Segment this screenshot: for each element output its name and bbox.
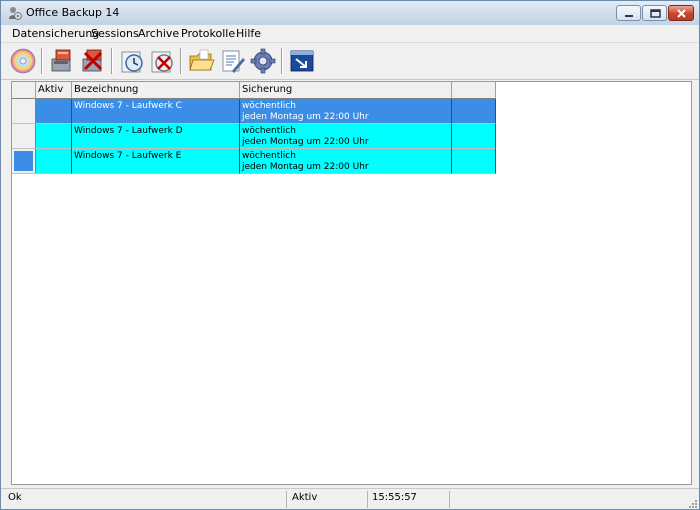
status-message: Ok — [8, 492, 22, 503]
status-panel-time: 15:55:57 — [369, 491, 449, 507]
menu-protokolle[interactable]: Protokolle — [181, 27, 235, 40]
maximize-button[interactable] — [642, 5, 667, 21]
settings-button[interactable] — [248, 46, 278, 76]
backup-drive-button[interactable] — [47, 46, 77, 76]
column-header-bezeichnung-label: Bezeichnung — [74, 84, 139, 95]
person-disc-icon — [9, 7, 22, 20]
cell-extra[interactable] — [452, 99, 496, 124]
toolbar-separator — [41, 48, 43, 74]
cell-bezeichnung[interactable]: Windows 7 - Laufwerk D — [72, 124, 240, 149]
cell-sicherung[interactable]: wöchentlich jeden Montag um 22:00 Uhr — [240, 124, 452, 149]
column-header-sicherung[interactable]: Sicherung — [240, 82, 452, 99]
delete-drive-icon — [82, 49, 103, 72]
minimize-button[interactable] — [616, 5, 641, 21]
open-folder-button[interactable] — [186, 46, 216, 76]
bezeichnung-text: Windows 7 - Laufwerk C — [74, 101, 182, 111]
close-icon — [677, 9, 686, 18]
cell-bezeichnung[interactable]: Windows 7 - Laufwerk E — [72, 149, 240, 174]
delete-drive-button[interactable] — [78, 46, 108, 76]
schedule-button[interactable] — [117, 46, 147, 76]
toolbar-separator — [281, 48, 283, 74]
cell-aktiv[interactable] — [36, 149, 72, 174]
window-title: Office Backup 14 — [26, 6, 120, 19]
row-indicator[interactable] — [12, 99, 36, 124]
cancel-schedule-button[interactable] — [147, 46, 177, 76]
open-folder-icon — [189, 49, 215, 71]
close-button[interactable] — [668, 5, 694, 21]
table-row[interactable]: Windows 7 - Laufwerk E wöchentlich jeden M… — [12, 149, 496, 174]
column-header-aktiv-label: Aktiv — [38, 84, 64, 95]
cell-aktiv[interactable] — [36, 124, 72, 149]
sicherung-interval: wöchentlich — [242, 151, 296, 161]
bezeichnung-text: Windows 7 - Laufwerk E — [74, 151, 182, 161]
minimize-icon — [625, 15, 633, 17]
cancel-schedule-icon — [151, 51, 173, 73]
status-panel-message: Ok — [5, 491, 285, 507]
maximize-icon — [650, 9, 661, 18]
menu-hilfe[interactable]: Hilfe — [236, 27, 261, 40]
row-indicator-header — [12, 82, 36, 99]
app-window: Office Backup 14 Datensicherung Sessions… — [0, 0, 700, 510]
edit-document-button[interactable] — [217, 46, 247, 76]
table-row[interactable]: Windows 7 - Laufwerk C wöchentlich jeden M… — [12, 99, 496, 124]
status-divider — [449, 491, 450, 508]
column-header-aktiv[interactable]: Aktiv — [36, 82, 72, 99]
menu-datensicherung[interactable]: Datensicherung — [12, 27, 99, 40]
status-panel-state: Aktiv — [289, 491, 367, 507]
sicherung-schedule: jeden Montag um 22:00 Uhr — [242, 112, 369, 122]
cell-aktiv[interactable] — [36, 99, 72, 124]
row-indicator[interactable] — [12, 149, 36, 174]
status-divider — [286, 491, 287, 508]
backup-drive-icon — [51, 49, 71, 72]
sicherung-schedule: jeden Montag um 22:00 Uhr — [242, 137, 369, 147]
sicherung-interval: wöchentlich — [242, 101, 296, 111]
status-state: Aktiv — [292, 492, 318, 503]
cell-extra[interactable] — [452, 149, 496, 174]
sicherung-schedule: jeden Montag um 22:00 Uhr — [242, 162, 369, 172]
disc-icon — [10, 48, 36, 74]
menu-sessions[interactable]: Sessions — [91, 27, 139, 40]
column-header-sicherung-label: Sicherung — [242, 84, 293, 95]
toolbar-separator — [111, 48, 113, 74]
column-header-bezeichnung[interactable]: Bezeichnung — [72, 82, 240, 99]
sessions-grid[interactable]: Aktiv Bezeichnung Sicherung Windows 7 - … — [11, 81, 692, 485]
resize-grip-icon[interactable] — [687, 498, 697, 508]
status-bar: Ok Aktiv 15:55:57 — [1, 488, 699, 509]
column-header-extra[interactable] — [452, 82, 496, 99]
menu-bar: Datensicherung Sessions Archive Protokol… — [1, 25, 699, 42]
disc-button[interactable] — [8, 46, 38, 76]
cell-sicherung[interactable]: wöchentlich jeden Montag um 22:00 Uhr — [240, 99, 452, 124]
cell-bezeichnung[interactable]: Windows 7 - Laufwerk C — [72, 99, 240, 124]
edit-document-icon — [222, 50, 245, 73]
row-indicator[interactable] — [12, 124, 36, 149]
bezeichnung-text: Windows 7 - Laufwerk D — [74, 126, 183, 136]
menu-archive[interactable]: Archive — [138, 27, 179, 40]
table-row[interactable]: Windows 7 - Laufwerk D wöchentlich jeden M… — [12, 124, 496, 149]
schedule-clock-icon — [121, 51, 143, 73]
toolbar — [1, 42, 699, 80]
cell-sicherung[interactable]: wöchentlich jeden Montag um 22:00 Uhr — [240, 149, 452, 174]
toolbar-separator — [180, 48, 182, 74]
settings-gear-icon — [250, 48, 276, 74]
window-arrow-button[interactable] — [287, 46, 317, 76]
window-arrow-icon — [290, 50, 314, 72]
title-bar[interactable]: Office Backup 14 — [1, 1, 699, 26]
status-time: 15:55:57 — [372, 492, 417, 503]
status-divider — [367, 491, 368, 508]
sicherung-interval: wöchentlich — [242, 126, 296, 136]
cell-extra[interactable] — [452, 124, 496, 149]
